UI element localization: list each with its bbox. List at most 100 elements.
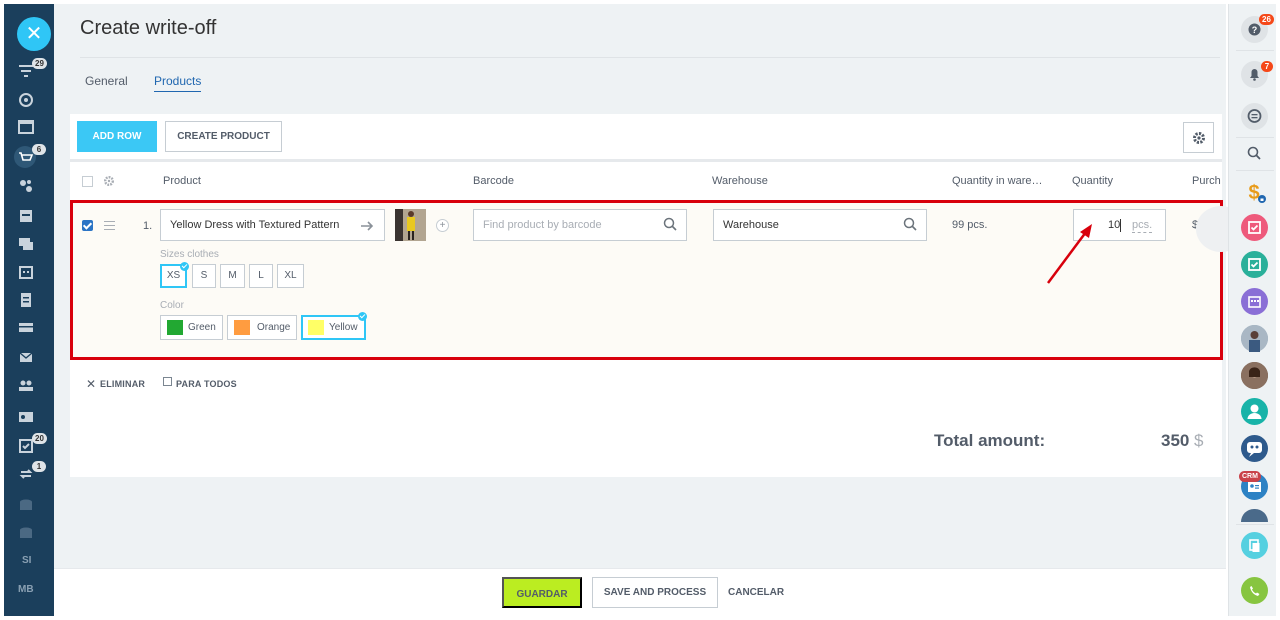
title-divider: [80, 57, 1220, 58]
person-icon: [1247, 404, 1262, 419]
inbox-icon[interactable]: [18, 208, 34, 224]
filter-badge: 29: [32, 58, 47, 69]
database-icon[interactable]: [18, 498, 34, 514]
sidebar-text-item[interactable]: MB: [18, 584, 38, 595]
app-button[interactable]: [1241, 214, 1268, 241]
user-avatar[interactable]: [1241, 362, 1268, 389]
search-icon[interactable]: [663, 217, 677, 231]
total-amount-currency: $: [1194, 431, 1204, 450]
messenger-button[interactable]: [1241, 103, 1268, 130]
filter-icon[interactable]: [18, 64, 34, 80]
puzzle-icon[interactable]: [18, 178, 34, 194]
product-name: Yellow Dress with Textured Pattern: [170, 219, 340, 231]
tasks-badge: 20: [32, 433, 47, 444]
checklist-icon: [1248, 221, 1261, 234]
window-icon[interactable]: [18, 120, 34, 136]
color-option-orange[interactable]: Orange: [227, 315, 297, 340]
barcode-placeholder: Find product by barcode: [483, 219, 602, 231]
page-title: Create write-off: [80, 17, 217, 39]
group-chat-icon: [1247, 442, 1262, 457]
size-option-xl[interactable]: XL: [277, 264, 304, 288]
contact-card-icon[interactable]: [18, 410, 34, 426]
save-and-process-button[interactable]: SAVE AND PROCESS: [592, 577, 718, 608]
product-thumbnail[interactable]: [395, 209, 426, 241]
calendar-button[interactable]: [1241, 288, 1268, 315]
avatar-icon: [1241, 325, 1268, 352]
phone-icon: [1250, 586, 1260, 596]
cancel-button[interactable]: CANCELAR: [728, 587, 784, 598]
total-amount-label: Total amount:: [934, 431, 1046, 450]
search-button[interactable]: [1241, 140, 1268, 167]
crm-label: CRM: [1239, 471, 1261, 482]
add-variant-button[interactable]: +: [436, 219, 449, 232]
document-icon[interactable]: [18, 292, 34, 308]
grid-settings-button[interactable]: [1183, 122, 1214, 153]
calendar-icon[interactable]: [18, 264, 34, 280]
gear-icon: [1193, 132, 1205, 144]
tab-general[interactable]: General: [85, 74, 128, 88]
tab-products[interactable]: Products: [154, 74, 202, 92]
files-button[interactable]: [1241, 532, 1268, 559]
row-number: 1.: [143, 220, 153, 232]
right-sidebar-divider: [1236, 137, 1274, 138]
color-option-label: Orange: [257, 322, 291, 333]
svg-text:?: ?: [1252, 25, 1258, 35]
user-avatar[interactable]: [1241, 398, 1268, 425]
column-header-quantity: Quantity: [1072, 175, 1113, 187]
color-option-yellow[interactable]: Yellow: [301, 315, 366, 340]
color-option-green[interactable]: Green: [160, 315, 223, 340]
delete-row-button[interactable]: ELIMINAR: [100, 379, 145, 389]
size-option-l[interactable]: L: [249, 264, 273, 288]
color-swatch: [167, 320, 183, 335]
call-button[interactable]: [1241, 577, 1268, 604]
quantity-unit[interactable]: pcs.: [1132, 219, 1153, 233]
create-product-button[interactable]: CREATE PRODUCT: [165, 121, 282, 152]
database-icon[interactable]: [18, 526, 34, 542]
quantity-value: 10: [1108, 219, 1121, 231]
size-label: M: [228, 270, 237, 281]
color-option-label: Green: [188, 322, 216, 333]
right-sidebar-divider: [1236, 524, 1274, 525]
barcode-input[interactable]: Find product by barcode: [473, 209, 687, 241]
target-icon[interactable]: [18, 92, 34, 108]
close-button[interactable]: ✕: [17, 17, 51, 51]
group-icon[interactable]: [18, 378, 34, 394]
tasks-button[interactable]: [1241, 251, 1268, 278]
quantity-in-warehouse: 99 pcs.: [952, 219, 988, 231]
sidebar-text-item[interactable]: SI: [22, 555, 42, 566]
size-option-m[interactable]: M: [220, 264, 245, 288]
right-sidebar-divider: [1236, 50, 1274, 51]
drag-handle-icon[interactable]: [104, 221, 115, 230]
user-avatar[interactable]: [1241, 325, 1268, 352]
mail-icon[interactable]: [18, 350, 34, 366]
calendar-icon: [1248, 296, 1261, 308]
chat-bubble-icon: [1247, 109, 1262, 123]
chat-icon[interactable]: [18, 236, 34, 252]
for-all-label: PARA TODOS: [176, 379, 237, 389]
size-label: XL: [284, 270, 297, 281]
search-icon[interactable]: [903, 217, 917, 231]
arrow-right-icon[interactable]: [360, 219, 374, 233]
annotation-arrow-icon: [1046, 224, 1092, 284]
delete-icon[interactable]: ✕: [86, 377, 96, 391]
row-checkbox[interactable]: [82, 220, 93, 231]
selected-check-icon: [358, 312, 367, 321]
product-name-field[interactable]: Yellow Dress with Textured Pattern: [160, 209, 385, 241]
sales-button[interactable]: $: [1241, 178, 1268, 205]
avatar-icon: [1241, 362, 1268, 389]
group-chat-button[interactable]: [1241, 435, 1268, 462]
for-all-checkbox[interactable]: [163, 377, 172, 386]
drive-icon[interactable]: [18, 320, 34, 336]
add-row-button[interactable]: ADD ROW: [77, 121, 157, 152]
search-icon: [1247, 146, 1261, 160]
select-all-checkbox[interactable]: [82, 176, 93, 187]
column-header-warehouse: Warehouse: [712, 175, 768, 187]
warehouse-field[interactable]: Warehouse: [713, 209, 927, 241]
column-settings-icon[interactable]: [103, 175, 115, 187]
size-option-s[interactable]: S: [192, 264, 216, 288]
size-label: XS: [166, 270, 181, 281]
sync-badge: 1: [32, 461, 46, 472]
cart-badge: 6: [32, 144, 46, 155]
color-swatch: [234, 320, 250, 335]
save-button[interactable]: GUARDAR: [502, 577, 582, 608]
